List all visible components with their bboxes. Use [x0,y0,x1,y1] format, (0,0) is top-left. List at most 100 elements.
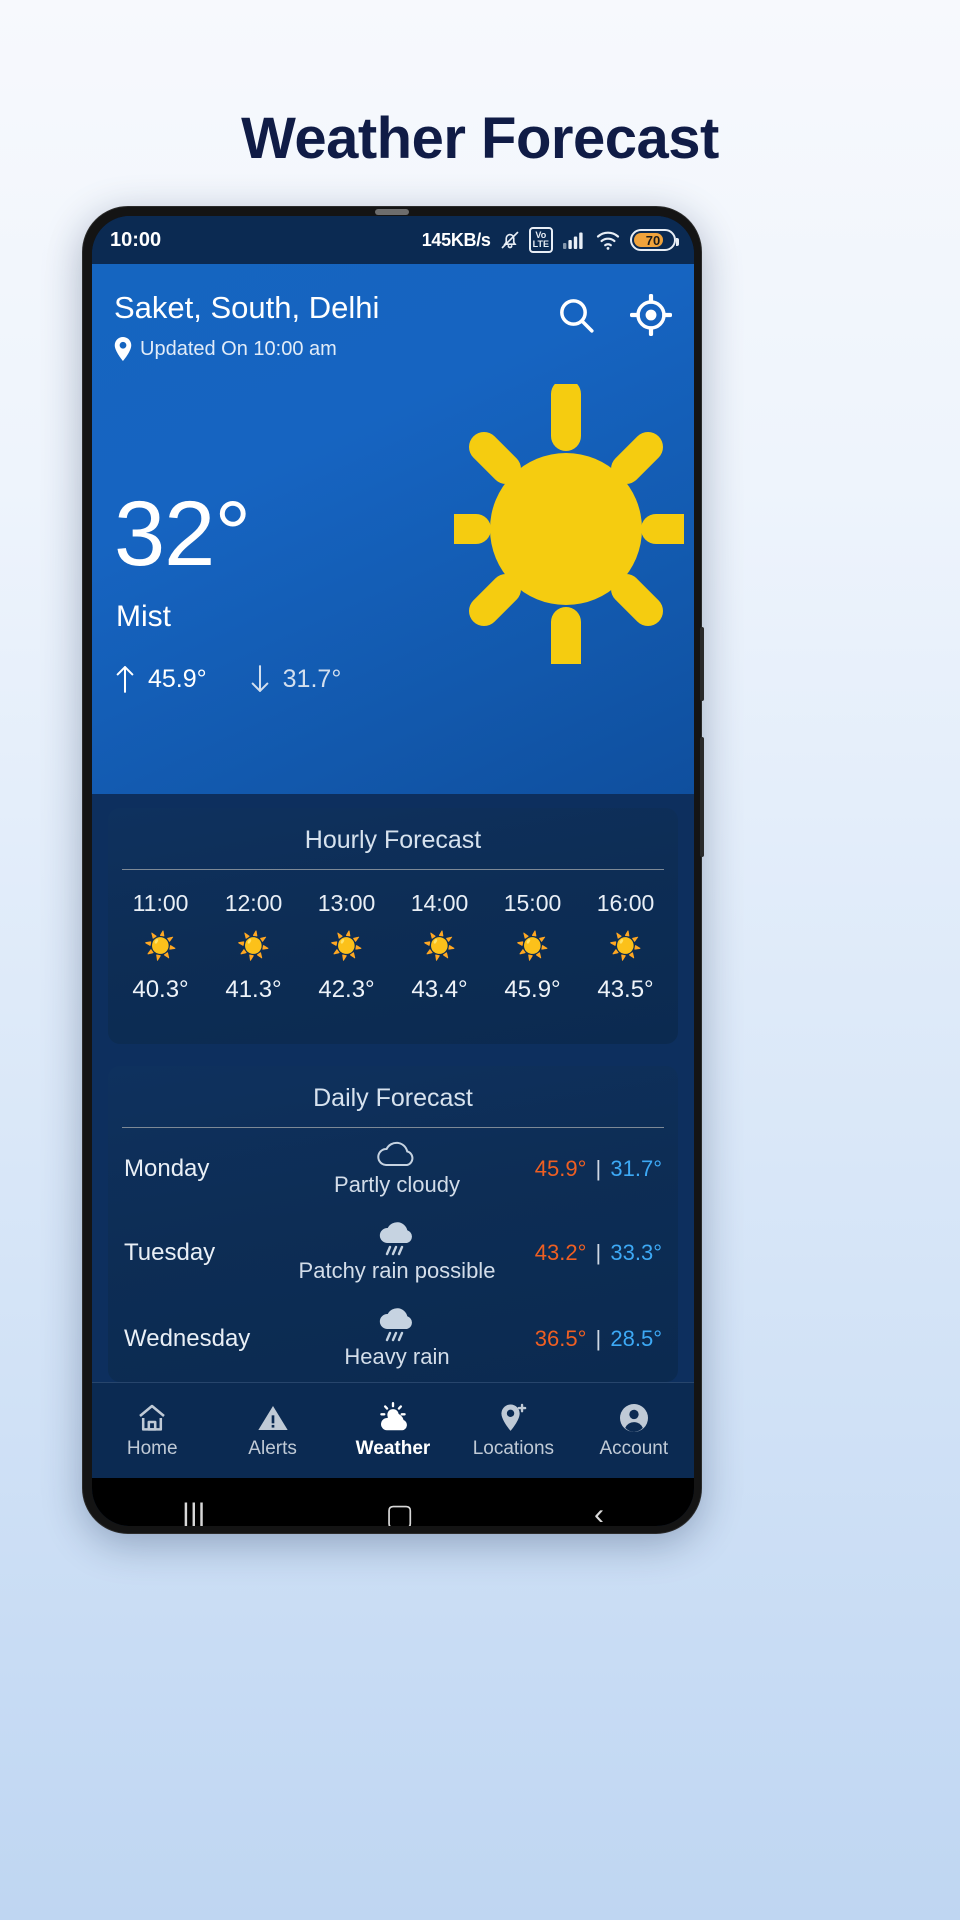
pin-plus-icon [453,1402,573,1434]
home-button[interactable]: ▢ [386,1498,414,1527]
gps-locate-icon[interactable] [630,294,672,336]
phone-frame: 10:00 145KB/s Vo LTE 70 Saket, South, De… [82,206,704,1534]
phone-side-button-power [700,737,704,857]
nav-item-locations[interactable]: Locations [453,1402,573,1460]
battery-icon: 70 [630,229,679,251]
degree-symbol: ° [577,1156,587,1181]
hour-temperature: 40.3° [132,976,189,1003]
status-bar-clock: 10:00 [110,228,162,251]
page-title: Weather Forecast [241,106,719,171]
day-temperatures: 36.5° | 28.5° [502,1326,662,1352]
hourly-forecast-title: Hourly Forecast [304,826,482,854]
sun-icon: ☀️ [236,931,271,961]
table-row[interactable]: Wednesday Heavy rain 36.5° | 28.5° [108,1296,678,1382]
day-temperatures: 43.2° | 33.3° [502,1240,662,1266]
day-name: Tuesday [124,1239,216,1266]
degree-symbol: ° [577,1326,587,1351]
system-navigation-bar: ||| ▢ ‹ [92,1478,694,1526]
arrow-up-icon [114,664,136,694]
current-condition: Mist [116,600,171,633]
recents-button[interactable]: ||| [182,1498,205,1526]
sun-icon [427,379,694,679]
day-temperatures: 45.9° | 31.7° [502,1156,662,1182]
app-screen: 10:00 145KB/s Vo LTE 70 Saket, South, De… [92,216,694,1526]
degree-symbol: ° [653,1156,662,1181]
low-temperature: 31.7° [282,664,342,693]
nav-label: Weather [355,1437,431,1459]
day-high: 43.2 [534,1240,578,1265]
status-bar: 10:00 145KB/s Vo LTE 70 [92,216,694,264]
sun-icon: ☀️ [422,931,457,961]
nav-label: Alerts [248,1437,297,1459]
degree-symbol: ° [653,1326,662,1351]
cloud-icon [292,1140,502,1170]
day-condition: Patchy rain possible [298,1258,496,1283]
nav-item-alerts[interactable]: Alerts [212,1402,332,1460]
degree-symbol: ° [577,1240,587,1265]
hero-header: Saket, South, Delhi Updated On 10:00 am [114,290,672,361]
daily-forecast-title: Daily Forecast [313,1084,473,1112]
location-name: Saket, South, Delhi [114,290,380,325]
sun-icon: ☀️ [608,931,643,961]
day-high: 45.9 [534,1156,578,1181]
hour-temperature: 42.3° [318,976,375,1003]
hour-time: 12:00 [224,890,283,916]
day-condition-block: Heavy rain [292,1308,502,1370]
hero-actions [556,290,672,336]
bottom-navigation: Home Alerts Weather Locations Account [92,1382,694,1478]
hour-temperature: 45.9° [504,976,561,1003]
nav-item-home[interactable]: Home [92,1402,212,1460]
hour-temperature: 41.3° [225,976,282,1003]
current-temperature: 32° [114,483,251,585]
cloud-rain-icon [292,1308,502,1342]
phone-side-button-volume [700,627,704,701]
location-block: Saket, South, Delhi Updated On 10:00 am [114,290,379,361]
degree-symbol: ° [653,1240,662,1265]
separator: | [595,1326,602,1351]
daily-forecast-card: Daily Forecast Monday Partly cloudy 45.9… [108,1066,678,1382]
nav-label: Locations [472,1437,555,1459]
nav-item-weather[interactable]: Weather [333,1401,453,1460]
home-icon [92,1402,212,1434]
hourly-forecast-grid: 11:00 12:00 13:00 14:00 15:00 16:00 ☀️ ☀… [108,870,678,1004]
warning-icon [212,1402,332,1434]
sun-icon: ☀️ [143,931,178,961]
day-condition: Partly cloudy [334,1172,460,1197]
day-low: 31.7 [610,1156,654,1181]
arrow-down-icon [249,664,271,694]
wifi-icon [595,230,621,250]
account-icon [574,1402,694,1434]
separator: | [595,1240,602,1265]
nav-label: Home [126,1437,178,1459]
high-low-row: 45.9° 31.7° [114,664,341,694]
table-row[interactable]: Tuesday Patchy rain possible 43.2° | 33.… [108,1210,678,1296]
mute-icon [500,229,520,251]
sun-icon: ☀️ [515,931,550,961]
network-speed-label: 145KB/s [421,229,491,250]
phone-screen-bezel: 10:00 145KB/s Vo LTE 70 Saket, South, De… [92,216,694,1526]
search-icon[interactable] [556,295,596,335]
hour-time: 14:00 [410,890,469,916]
updated-row: Updated On 10:00 am [114,337,379,361]
hour-temperature: 43.4° [411,976,468,1003]
day-condition: Heavy rain [344,1344,450,1369]
nav-item-account[interactable]: Account [574,1402,694,1460]
table-row[interactable]: Monday Partly cloudy 45.9° | 31.7° [108,1128,678,1210]
volte-icon: Vo LTE [528,227,553,253]
separator: | [595,1156,602,1181]
hour-time: 16:00 [596,890,655,916]
current-weather-hero: Saket, South, Delhi Updated On 10:00 am [92,264,694,794]
nav-label: Account [599,1437,669,1459]
hour-time: 11:00 [132,890,189,916]
status-bar-icons: 145KB/s Vo LTE 70 [421,227,679,253]
sun-cloud-icon [333,1401,453,1434]
high-temperature: 45.9° [148,664,207,693]
map-pin-icon [114,337,132,361]
day-name: Monday [124,1155,210,1182]
battery-level-label: 70 [645,232,661,248]
day-condition-block: Partly cloudy [292,1140,502,1198]
phone-speaker [375,209,409,215]
cloud-rain-icon [292,1222,502,1256]
back-button[interactable]: ‹ [594,1498,604,1526]
day-name: Wednesday [124,1325,251,1352]
